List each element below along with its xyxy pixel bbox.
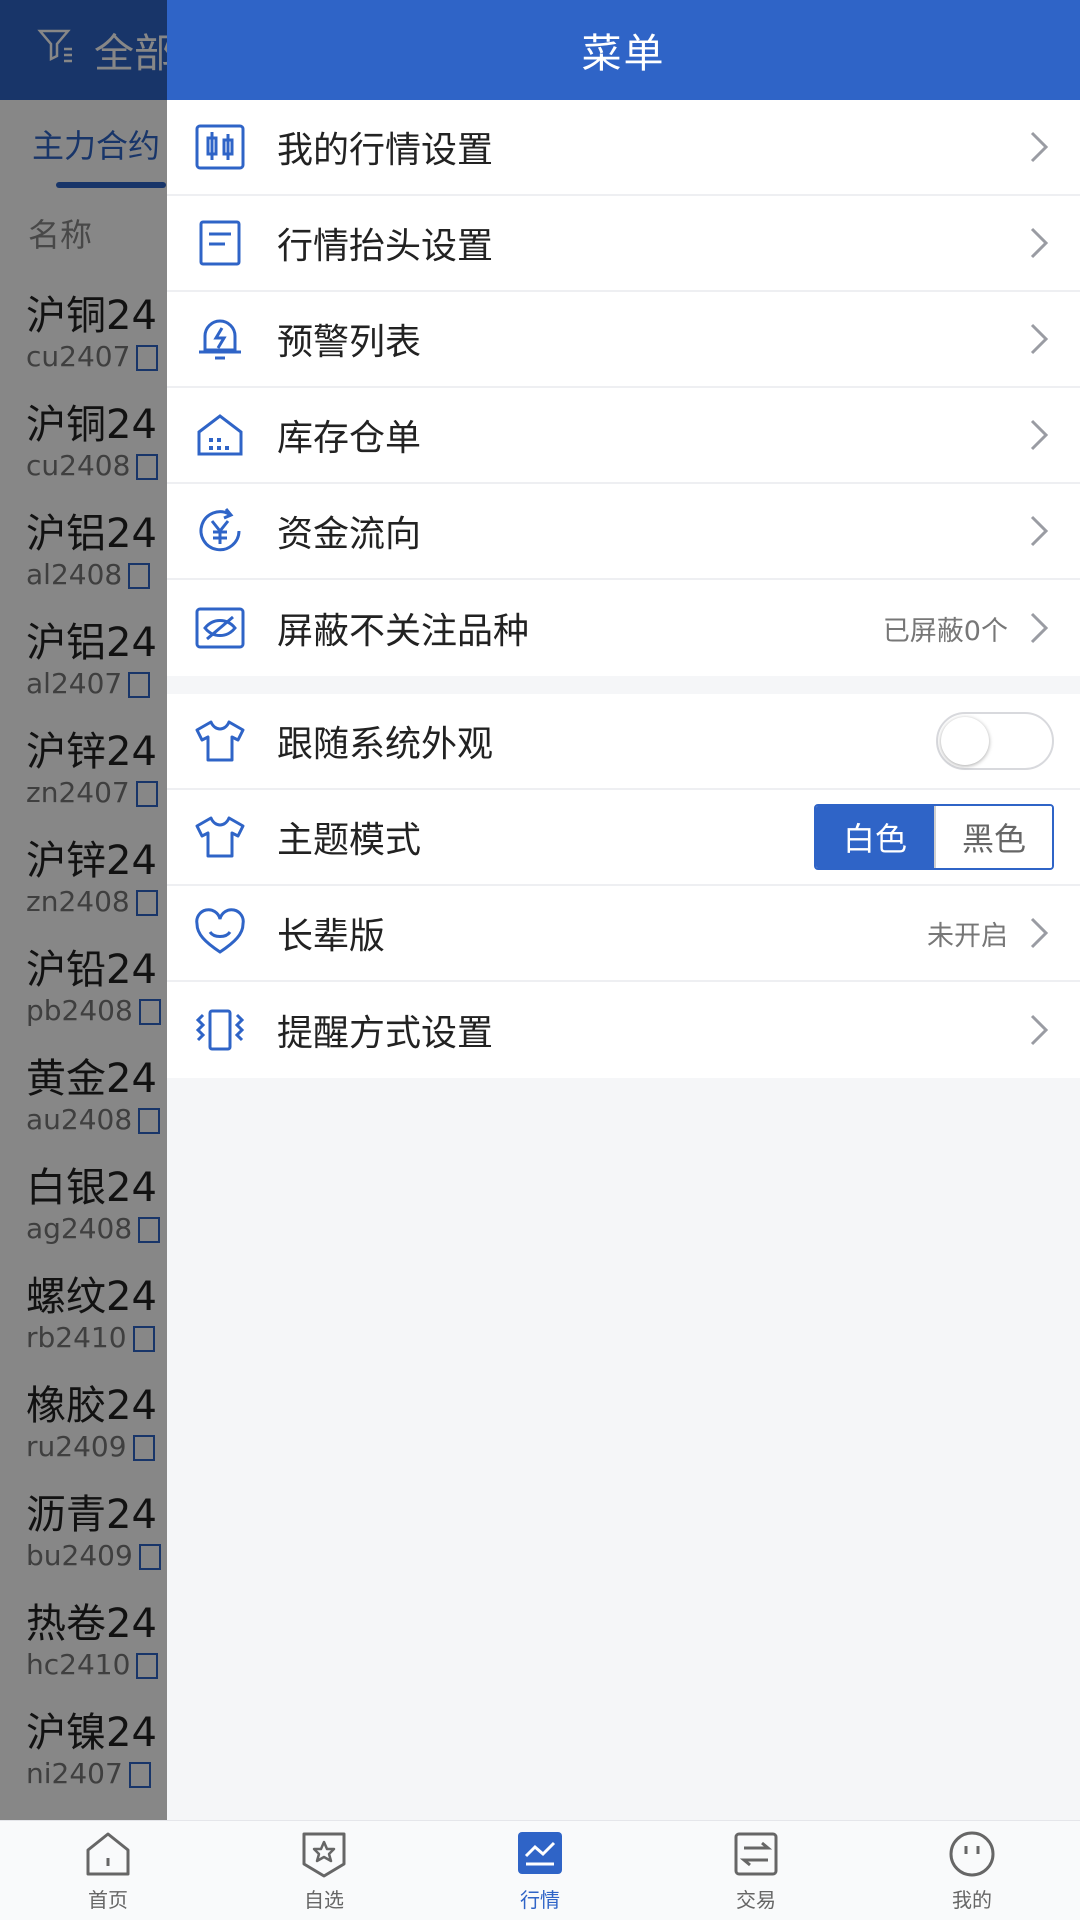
shirt-icon — [193, 714, 247, 768]
menu-item-alert-list[interactable]: 预警列表 — [167, 292, 1080, 388]
menu-item-label: 跟随系统外观 — [277, 724, 494, 765]
menu-group-market: 我的行情设置 行情抬头设置 预警列表 库存仓单 资金流向 屏蔽不关注品种 已屏蔽… — [167, 100, 1080, 676]
menu-item-label: 资金流向 — [277, 514, 422, 555]
menu-item-label: 行情抬头设置 — [277, 226, 494, 267]
profile-face-icon — [949, 1831, 995, 1877]
chevron-right-icon — [1030, 323, 1049, 355]
candlestick-icon — [193, 120, 247, 174]
theme-option-white[interactable]: 白色 — [816, 806, 934, 868]
menu-item-hide-products[interactable]: 屏蔽不关注品种 已屏蔽0个 — [167, 580, 1080, 676]
menu-item-label: 我的行情设置 — [277, 130, 494, 171]
chevron-right-icon — [1030, 131, 1049, 163]
nav-label: 自选 — [304, 1888, 344, 1912]
market-chart-icon — [518, 1832, 562, 1874]
nav-home[interactable]: 首页 — [0, 1821, 216, 1920]
group-divider — [167, 676, 1080, 694]
document-icon — [193, 216, 247, 270]
theme-option-black[interactable]: 黑色 — [934, 806, 1052, 868]
menu-item-label: 主题模式 — [277, 820, 422, 861]
menu-item-inventory-warrants[interactable]: 库存仓单 — [167, 388, 1080, 484]
menu-item-theme-mode: 主题模式 白色 黑色 — [167, 790, 1080, 886]
menu-drawer: 菜单 我的行情设置 行情抬头设置 预警列表 库存仓单 资金流向 屏蔽不关注品种 … — [167, 0, 1080, 1820]
menu-item-market-header-settings[interactable]: 行情抬头设置 — [167, 196, 1080, 292]
chevron-right-icon — [1030, 419, 1049, 451]
bottom-nav: 首页 自选 行情 交易 我的 — [0, 1820, 1080, 1920]
nav-trade[interactable]: 交易 — [648, 1821, 864, 1920]
shirt-icon — [193, 810, 247, 864]
eye-hidden-icon — [193, 601, 247, 655]
menu-item-label: 提醒方式设置 — [277, 1013, 494, 1054]
elder-status-text: 未开启 — [927, 920, 1008, 952]
nav-label: 我的 — [952, 1888, 992, 1912]
menu-title: 菜单 — [581, 31, 666, 77]
chevron-right-icon — [1030, 227, 1049, 259]
chevron-right-icon — [1030, 515, 1049, 547]
nav-label: 交易 — [736, 1888, 776, 1912]
chevron-right-icon — [1030, 612, 1049, 644]
follow-system-toggle[interactable] — [936, 712, 1054, 770]
home-icon — [86, 1832, 130, 1876]
alert-bell-icon — [193, 312, 247, 366]
menu-item-label: 屏蔽不关注品种 — [277, 611, 530, 652]
yuan-flow-icon — [193, 504, 247, 558]
menu-item-fund-flow[interactable]: 资金流向 — [167, 484, 1080, 580]
heart-smile-icon — [193, 906, 247, 960]
nav-market[interactable]: 行情 — [432, 1821, 648, 1920]
exchange-icon — [734, 1832, 778, 1876]
menu-item-elder-mode[interactable]: 长辈版 未开启 — [167, 886, 1080, 982]
nav-label: 行情 — [520, 1888, 560, 1912]
menu-item-label: 库存仓单 — [277, 418, 422, 459]
hidden-count-text: 已屏蔽0个 — [882, 615, 1008, 647]
toggle-knob — [941, 717, 989, 765]
nav-profile[interactable]: 我的 — [864, 1821, 1080, 1920]
menu-header: 菜单 — [167, 0, 1080, 100]
warehouse-icon — [193, 408, 247, 462]
menu-item-my-market-settings[interactable]: 我的行情设置 — [167, 100, 1080, 196]
chevron-right-icon — [1030, 917, 1049, 949]
menu-item-label: 预警列表 — [277, 322, 422, 363]
menu-item-reminder-settings[interactable]: 提醒方式设置 — [167, 982, 1080, 1078]
menu-item-follow-system: 跟随系统外观 — [167, 694, 1080, 790]
chevron-right-icon — [1030, 1014, 1049, 1046]
vibrate-icon — [193, 1003, 247, 1057]
star-badge-icon — [302, 1832, 346, 1878]
menu-item-label: 长辈版 — [277, 916, 386, 957]
nav-label: 首页 — [88, 1888, 128, 1912]
theme-segmented-control: 白色 黑色 — [814, 804, 1054, 870]
nav-watchlist[interactable]: 自选 — [216, 1821, 432, 1920]
menu-group-appearance: 跟随系统外观 主题模式 白色 黑色 长辈版 未开启 提醒方式设置 — [167, 694, 1080, 1078]
